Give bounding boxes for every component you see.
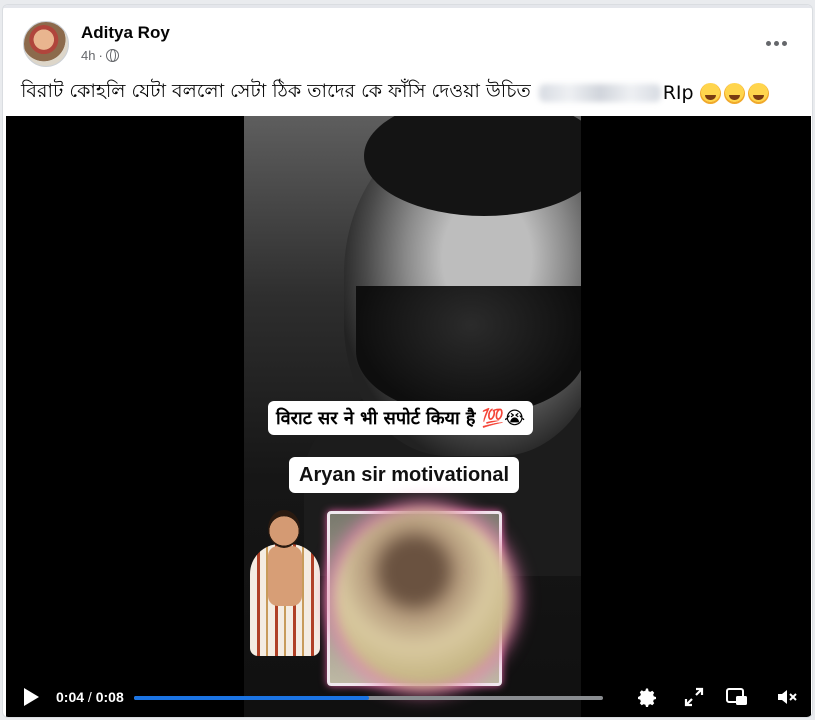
crying-emoji-icon bbox=[699, 82, 721, 104]
author-name[interactable]: Aditya Roy bbox=[81, 23, 170, 43]
crying-emoji-icon bbox=[747, 82, 769, 104]
sticker-person bbox=[244, 508, 326, 658]
gear-icon[interactable] bbox=[634, 685, 660, 709]
meta-dot: · bbox=[98, 48, 103, 63]
post-meta: 4h · bbox=[81, 48, 119, 63]
post-time[interactable]: 4h bbox=[81, 48, 95, 63]
more-options-button[interactable] bbox=[758, 31, 794, 55]
video-figure-beard bbox=[356, 286, 581, 416]
sticker-head bbox=[268, 510, 300, 548]
time-current: 0:04 bbox=[56, 689, 85, 705]
more-dot bbox=[781, 40, 787, 46]
overlay-hindi-text: विराट सर ने भी सपोर्ट किया है 💯😭 bbox=[268, 401, 534, 435]
caption-text: বিরাট কোহলি যেটা বললো সেটা ঠিক তাদের কে … bbox=[21, 80, 531, 102]
progress-bar[interactable] bbox=[134, 696, 603, 700]
time-separator: / bbox=[87, 689, 92, 705]
crying-emoji-icon bbox=[723, 82, 745, 104]
divider bbox=[3, 5, 812, 8]
progress-fill bbox=[134, 696, 369, 700]
more-dot bbox=[765, 40, 771, 46]
play-icon[interactable] bbox=[24, 688, 39, 706]
avatar[interactable] bbox=[23, 21, 69, 67]
caption-suffix: RIp bbox=[662, 82, 694, 104]
time-display: 0:04 / 0:08 bbox=[56, 689, 124, 705]
expand-icon[interactable] bbox=[681, 685, 707, 709]
mute-icon[interactable] bbox=[774, 685, 800, 709]
video-frame[interactable]: विराट सर ने भी सपोर्ट किया है 💯😭 Aryan s… bbox=[244, 116, 581, 717]
post-caption: বিরাট কোহলি যেটা বললো সেটা ঠিক তাদের কে … bbox=[21, 79, 769, 107]
sticker-chest bbox=[268, 546, 302, 606]
facebook-post: Aditya Roy 4h · বিরাট কোহলি যেটা বললো সে… bbox=[2, 4, 813, 718]
globe-icon[interactable] bbox=[105, 49, 119, 62]
time-total: 0:08 bbox=[95, 689, 124, 705]
overlay-title: Aryan sir motivational bbox=[289, 457, 520, 493]
video-player[interactable]: विराट सर ने भी सपोर्ट किया है 💯😭 Aryan s… bbox=[6, 116, 811, 717]
video-controls: 0:04 / 0:08 bbox=[6, 675, 811, 717]
pip-icon[interactable] bbox=[724, 685, 750, 709]
blurred-text bbox=[538, 84, 661, 102]
more-dot bbox=[773, 40, 779, 46]
blurred-photo bbox=[334, 509, 512, 687]
